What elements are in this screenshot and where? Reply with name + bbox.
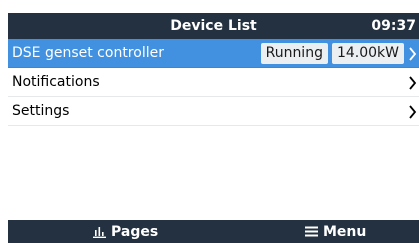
pages-button-label: Pages	[111, 223, 159, 240]
device-list-screen: Device List 09:37 DSE genset controller …	[0, 0, 419, 243]
list-item-settings[interactable]: Settings	[8, 97, 419, 126]
hamburger-menu-icon	[305, 226, 318, 237]
device-list: DSE genset controller Running 14.00kW No…	[8, 39, 419, 126]
list-item-notifications[interactable]: Notifications	[8, 68, 419, 97]
status-badge: Running	[260, 43, 328, 64]
top-status-bar: Device List 09:37	[8, 13, 419, 39]
pages-button[interactable]: Pages	[93, 220, 158, 243]
list-item-values: Running 14.00kW	[260, 39, 417, 68]
list-item-values	[408, 97, 417, 126]
bar-chart-icon	[93, 226, 106, 238]
power-badge: 14.00kW	[331, 43, 404, 64]
list-item-label: Settings	[12, 103, 70, 119]
chevron-right-icon	[408, 46, 417, 61]
page-title: Device List	[170, 18, 257, 34]
menu-button-label: Menu	[323, 223, 367, 240]
list-item-values	[408, 68, 417, 97]
list-item-label: DSE genset controller	[12, 45, 164, 61]
chevron-right-icon	[408, 75, 417, 90]
list-item-label: Notifications	[12, 74, 100, 90]
bottom-navigation-bar: Pages Menu	[8, 220, 419, 243]
list-item-dse-genset-controller[interactable]: DSE genset controller Running 14.00kW	[8, 39, 419, 68]
menu-button[interactable]: Menu	[305, 220, 366, 243]
clock: 09:37	[371, 18, 416, 34]
chevron-right-icon	[408, 104, 417, 119]
